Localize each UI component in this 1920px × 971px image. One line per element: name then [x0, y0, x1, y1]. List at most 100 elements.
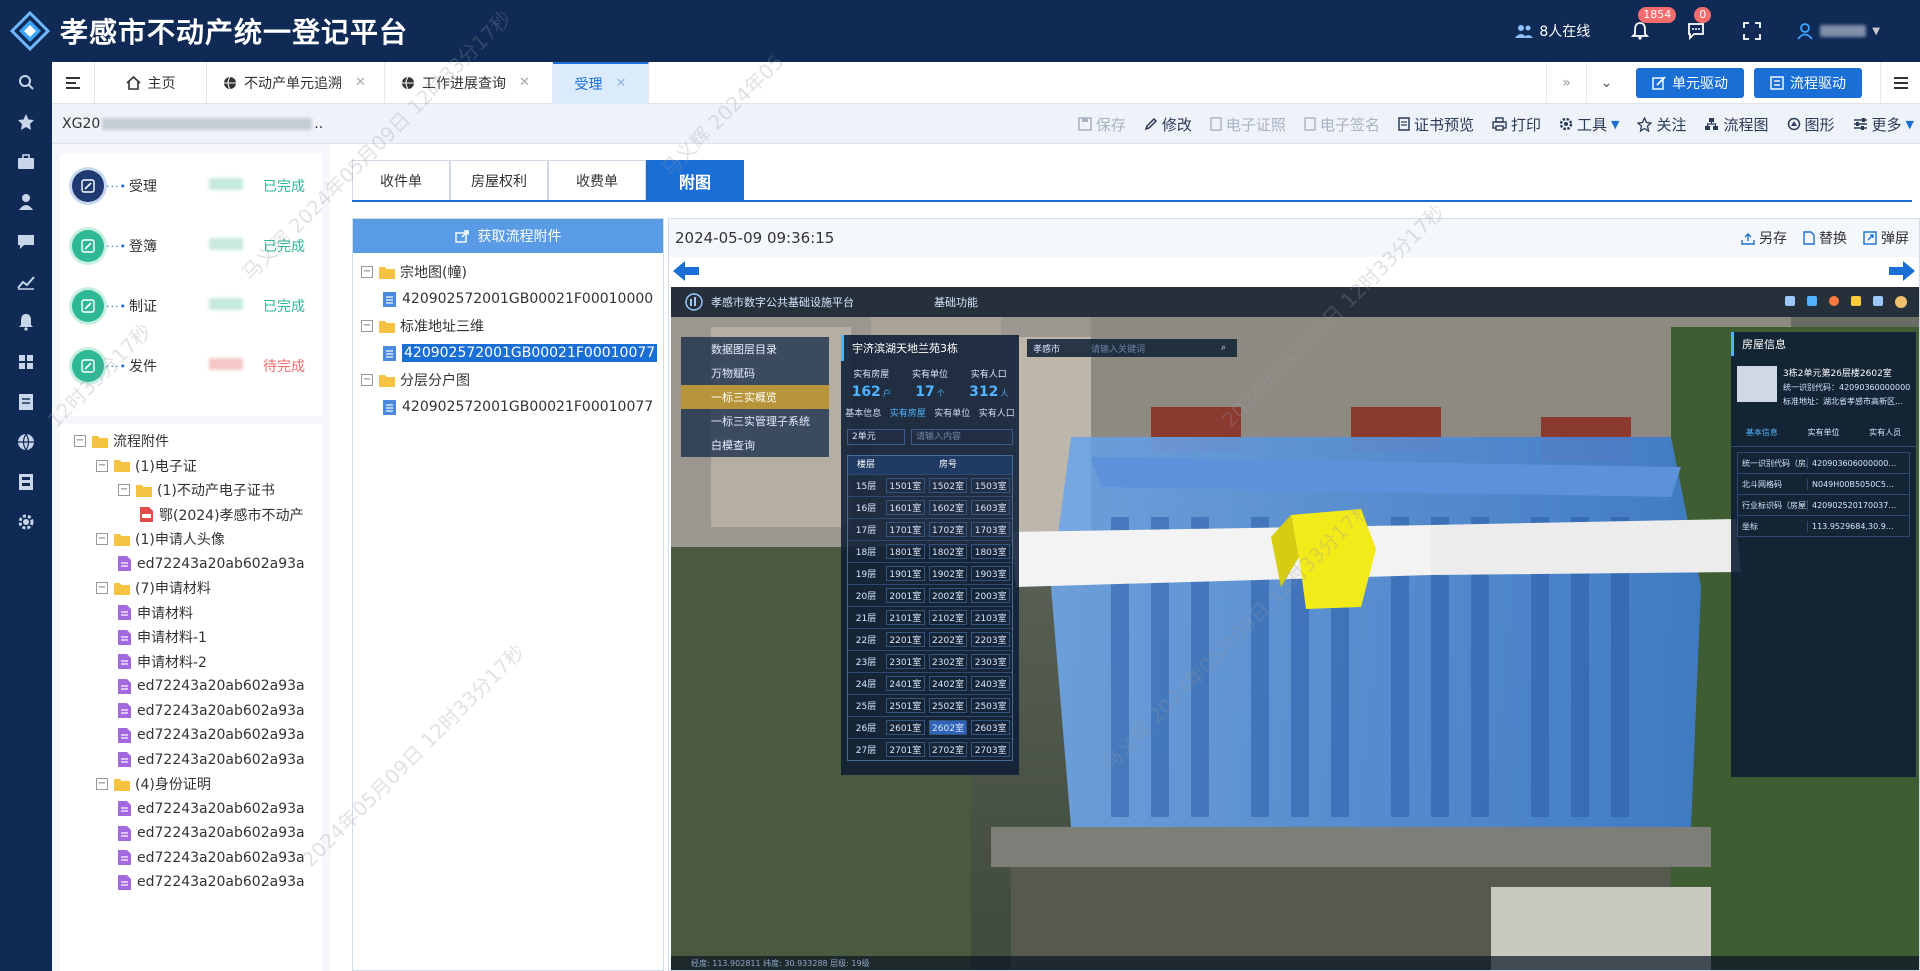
fullscreen-button[interactable]: [1740, 19, 1764, 43]
more-dropdown[interactable]: 更多 ▼: [1853, 114, 1914, 135]
sidebar-records[interactable]: [0, 462, 52, 502]
room-cell[interactable]: 2602室: [928, 720, 968, 735]
room-cell[interactable]: 2103室: [971, 610, 1011, 625]
room-cell[interactable]: 2101室: [886, 610, 925, 625]
workflow-step[interactable]: ···• 发件 待完成: [72, 348, 322, 384]
sidebar-search[interactable]: [0, 62, 52, 102]
collapse-toggle-icon[interactable]: −: [96, 778, 108, 790]
unit-select[interactable]: 2单元: [847, 429, 905, 445]
tab-fee[interactable]: 收费单: [548, 160, 646, 200]
close-icon[interactable]: ✕: [616, 76, 627, 91]
room-cell[interactable]: 1803室: [971, 544, 1011, 559]
room-cell[interactable]: 1701室: [886, 522, 925, 537]
room-cell[interactable]: 2401室: [886, 676, 925, 691]
room-cell[interactable]: 2703室: [971, 742, 1011, 757]
tree-file[interactable]: ed72243a20ab602a93a: [118, 798, 305, 820]
tab-receipt[interactable]: 收件单: [352, 160, 450, 200]
edit-button[interactable]: 修改: [1144, 114, 1192, 135]
tree-file[interactable]: 申请材料-2: [118, 651, 207, 673]
room-cell[interactable]: 2501室: [886, 698, 925, 713]
share-icon[interactable]: [1807, 296, 1817, 306]
room-cell[interactable]: 2003室: [971, 588, 1011, 603]
e-sign-button[interactable]: 电子签名: [1304, 114, 1380, 135]
unit-drive-button[interactable]: 单元驱动: [1636, 68, 1744, 98]
tree-file[interactable]: ed72243a20ab602a93a: [118, 749, 305, 771]
sidebar-documents[interactable]: [0, 382, 52, 422]
collapse-toggle-icon[interactable]: −: [96, 533, 108, 545]
room-cell[interactable]: 2002室: [928, 588, 968, 603]
sidebar-user[interactable]: [0, 182, 52, 222]
page-menu-button[interactable]: [1880, 62, 1920, 104]
tree-folder[interactable]: − (1)不动产电子证书: [118, 479, 275, 501]
building-subtab[interactable]: 实有房屋: [890, 406, 926, 419]
scene-menu-subsystem[interactable]: 一标三实管理子系统: [681, 409, 829, 433]
tools-dropdown[interactable]: 工具 ▼: [1559, 114, 1619, 135]
room-cell[interactable]: 2203室: [971, 632, 1011, 647]
close-icon[interactable]: ✕: [519, 75, 530, 90]
replace-button[interactable]: 替换: [1803, 228, 1847, 248]
tree-file[interactable]: ed72243a20ab602a93a: [118, 700, 305, 722]
scene-menu-coding[interactable]: 万物赋码: [681, 361, 829, 385]
attachment-file[interactable]: 420902572001GB00021F00010077: [383, 396, 653, 418]
shape-button[interactable]: 图形: [1787, 114, 1835, 135]
room-cell[interactable]: 2303室: [971, 654, 1011, 669]
save-as-button[interactable]: 另存: [1741, 228, 1787, 248]
collapse-toggle-icon[interactable]: −: [361, 320, 373, 332]
tab-attachment-map[interactable]: 附图: [646, 160, 744, 200]
collapse-toggle-icon[interactable]: −: [118, 484, 130, 496]
tree-file[interactable]: ed72243a20ab602a93a: [118, 871, 305, 893]
room-cell[interactable]: 1602室: [928, 500, 968, 515]
room-cell[interactable]: 1702室: [928, 522, 968, 537]
room-cell[interactable]: 1703室: [971, 522, 1011, 537]
sidebar-business[interactable]: [0, 142, 52, 182]
tab-progress-query[interactable]: 工作进展查询 ✕: [385, 61, 553, 104]
room-cell[interactable]: 2503室: [971, 698, 1011, 713]
collapse-toggle-icon[interactable]: −: [96, 582, 108, 594]
room-cell[interactable]: 2202室: [928, 632, 968, 647]
fetch-attachments-button[interactable]: 获取流程附件: [353, 219, 663, 253]
tab-accept[interactable]: 受理 ✕: [553, 61, 649, 104]
room-cell[interactable]: 2701室: [886, 742, 925, 757]
close-icon[interactable]: ✕: [355, 75, 366, 90]
tree-folder[interactable]: − (1)电子证: [96, 455, 197, 477]
tree-file[interactable]: ed72243a20ab602a93a: [118, 847, 305, 869]
attachment-folder[interactable]: − 标准地址三维: [361, 315, 484, 337]
tabs-dropdown-icon[interactable]: ⌄: [1586, 62, 1626, 104]
house-info-tab[interactable]: 实有单位: [1807, 427, 1839, 438]
room-cell[interactable]: 2502室: [928, 698, 968, 713]
flow-drive-button[interactable]: 流程驱动: [1754, 68, 1862, 98]
room-cell[interactable]: 2402室: [928, 676, 968, 691]
mail-icon[interactable]: [1873, 296, 1883, 306]
sidebar-favorites[interactable]: [0, 102, 52, 142]
arrow-left-icon[interactable]: [673, 259, 699, 283]
tree-file[interactable]: ed72243a20ab602a93a: [118, 724, 305, 746]
tree-folder[interactable]: − 流程附件: [74, 430, 169, 452]
scene-menu-layers[interactable]: 数据图层目录: [681, 337, 829, 361]
save-button[interactable]: 保存: [1078, 114, 1126, 135]
room-cell[interactable]: 2403室: [971, 676, 1011, 691]
flowchart-button[interactable]: 流程图: [1704, 114, 1769, 135]
location-icon[interactable]: [1829, 296, 1839, 306]
tab-house-rights[interactable]: 房屋权利: [450, 160, 548, 200]
sidebar-statistics[interactable]: [0, 262, 52, 302]
scene-menu-overview[interactable]: 一标三实概览: [681, 385, 829, 409]
tree-file[interactable]: ed72243a20ab602a93a: [118, 675, 305, 697]
building-subtab[interactable]: 基本信息: [845, 406, 881, 419]
tree-file[interactable]: 鄂(2024)孝感市不动产: [140, 504, 304, 526]
sidebar-globe[interactable]: [0, 422, 52, 462]
room-cell[interactable]: 1801室: [886, 544, 925, 559]
room-cell[interactable]: 1603室: [971, 500, 1011, 515]
scene-3d-image[interactable]: 孝感市数字公共基础设施平台 基础功能 数据图层目录 万物赋码 一标三实概览 一标…: [671, 287, 1919, 970]
room-cell[interactable]: 2601室: [886, 720, 925, 735]
room-cell[interactable]: 2702室: [928, 742, 968, 757]
back-icon[interactable]: [1785, 296, 1795, 306]
tree-file[interactable]: ed72243a20ab602a93a: [118, 553, 305, 575]
attachment-folder[interactable]: − 分层分户图: [361, 369, 470, 391]
room-cell[interactable]: 1501室: [886, 478, 925, 493]
message-button[interactable]: 0: [1684, 7, 1712, 43]
follow-button[interactable]: 关注: [1637, 114, 1686, 135]
tree-folder[interactable]: − (4)身份证明: [96, 773, 211, 795]
scroll-tabs-right-icon[interactable]: »: [1546, 62, 1586, 104]
search-icon[interactable]: ⌕: [1221, 343, 1237, 353]
room-cell[interactable]: 2302室: [928, 654, 968, 669]
